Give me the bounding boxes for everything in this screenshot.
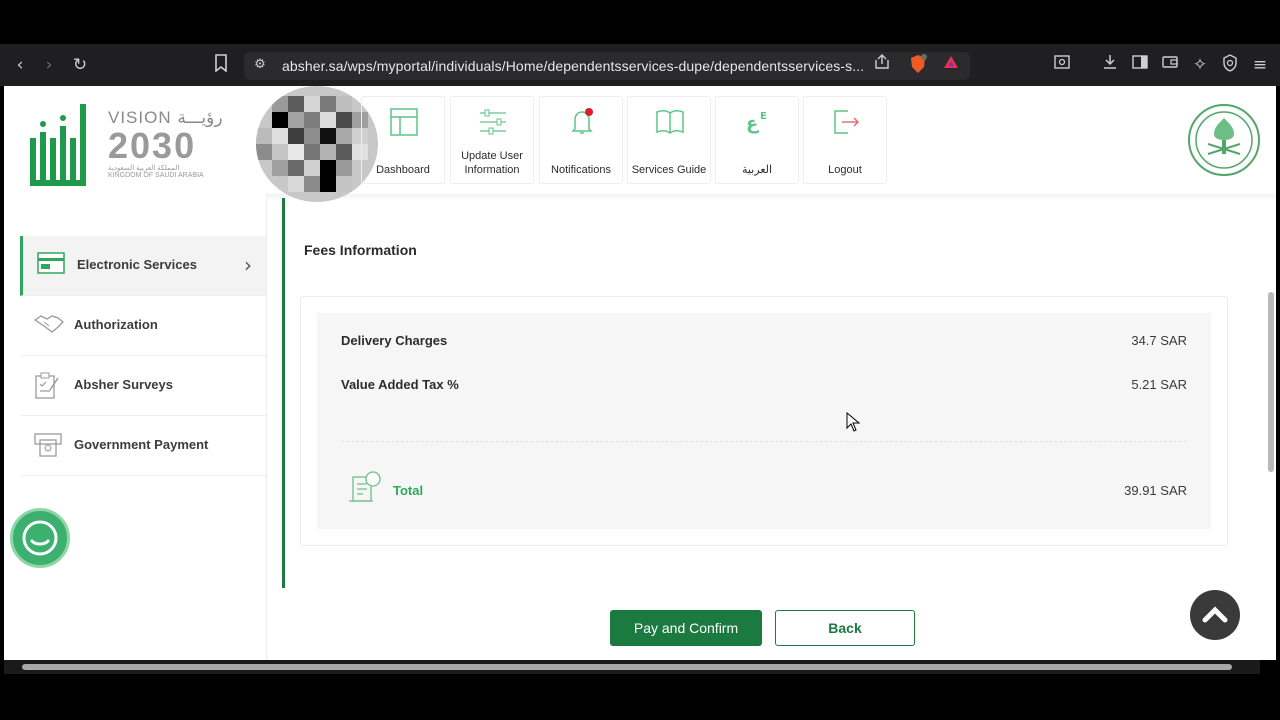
back-button[interactable]: Back <box>775 610 915 646</box>
dashboard-icon <box>390 108 418 136</box>
horizontal-scrollbar[interactable] <box>4 660 1260 674</box>
vat-label: Value Added Tax % <box>341 377 459 392</box>
sidebar-item-label: Authorization <box>74 317 158 332</box>
book-icon <box>656 109 684 134</box>
nav-label: Services Guide <box>631 164 707 176</box>
site-settings-icon[interactable]: ⚙ <box>249 54 271 76</box>
vision-kingdom-en: KINGDOM OF SAUDI ARABIA <box>108 172 204 179</box>
back-icon[interactable]: ‹ <box>9 54 31 76</box>
nav-label: Logout <box>828 164 862 176</box>
leo-icon[interactable]: ✧ <box>1189 54 1211 76</box>
site-header: VISION رؤيـــة 2030 المملكة العربية السع… <box>4 86 1276 202</box>
nav-update-user-information[interactable]: Update User Information <box>450 96 534 184</box>
forward-icon[interactable]: › <box>38 54 60 76</box>
svg-text:ع: ع <box>746 113 759 134</box>
nav-label: Dashboard <box>376 164 430 176</box>
divider <box>341 441 1187 442</box>
sidebar: Electronic Services › Authorization Absh… <box>4 194 267 660</box>
sidebar-item-label: Electronic Services <box>77 257 197 272</box>
absher-logo[interactable] <box>28 98 92 193</box>
svg-text:E: E <box>760 111 767 122</box>
vpn-icon[interactable] <box>1219 54 1241 76</box>
total-value: 39.91 SAR <box>1124 483 1187 498</box>
nav-label: Update User Information <box>461 150 523 176</box>
delivery-charges-label: Delivery Charges <box>341 333 448 348</box>
title-strip <box>0 0 1280 40</box>
delivery-charges-value: 34.7 SAR <box>1131 333 1187 348</box>
vision-year: 2030 <box>108 125 197 166</box>
receipt-icon <box>347 471 383 510</box>
bell-icon <box>571 108 593 134</box>
sidebar-item-absher-surveys[interactable]: Absher Surveys <box>20 356 266 416</box>
rewards-icon[interactable] <box>940 54 962 76</box>
nav-label: العربية <box>741 164 773 176</box>
fees-information-title: Fees Information <box>304 242 417 258</box>
menu-icon[interactable]: ≡ <box>1249 54 1271 76</box>
nav-logout[interactable]: Logout <box>803 96 887 184</box>
wallet-icon[interactable] <box>1159 54 1181 76</box>
fees-card: Delivery Charges 34.7 SAR Value Added Ta… <box>300 296 1228 546</box>
language-icon: عE <box>746 111 767 134</box>
bookmark-icon[interactable] <box>210 54 232 76</box>
vision-kingdom-ar: المملكة العربية السعودية <box>108 165 180 172</box>
nav-dashboard[interactable]: Dashboard <box>361 96 445 184</box>
sidebar-icon[interactable] <box>1129 54 1151 76</box>
total-label: Total <box>393 483 424 498</box>
logout-icon <box>834 110 860 134</box>
chevron-up-icon <box>1202 606 1228 623</box>
chevron-right-icon: › <box>244 253 252 277</box>
atm-icon <box>34 433 62 457</box>
avatar[interactable] <box>256 86 378 202</box>
survey-icon <box>35 372 59 399</box>
pay-and-confirm-button[interactable]: Pay and Confirm <box>610 610 762 646</box>
sidebar-item-electronic-services[interactable]: Electronic Services › <box>20 236 266 296</box>
share-icon[interactable] <box>871 54 893 76</box>
vertical-scrollbar[interactable] <box>1266 284 1276 584</box>
sidebar-item-label: Government Payment <box>74 437 209 452</box>
browser-window: ‹ › ↻ ⚙ absher.sa/wps/myportal/individua… <box>0 0 1280 720</box>
saudi-emblem <box>1188 104 1260 176</box>
url-text[interactable]: absher.sa/wps/myportal/individuals/Home/… <box>282 58 864 74</box>
web-page: VISION رؤيـــة 2030 المملكة العربية السع… <box>4 86 1276 660</box>
tab-search-icon[interactable] <box>1051 54 1073 76</box>
sidebar-item-authorization[interactable]: Authorization <box>20 296 266 356</box>
sidebar-item-government-payment[interactable]: Government Payment <box>20 416 266 476</box>
vision-2030-logo: VISION رؤيـــة 2030 المملكة العربية السع… <box>108 108 223 179</box>
sidebar-item-label: Absher Surveys <box>74 377 173 392</box>
reload-icon[interactable]: ↻ <box>69 54 91 76</box>
vat-value: 5.21 SAR <box>1131 377 1187 392</box>
sliders-icon <box>480 109 506 135</box>
chat-icon <box>22 520 58 556</box>
electronic-services-icon <box>37 252 65 274</box>
fees-table: Delivery Charges 34.7 SAR Value Added Ta… <box>317 313 1211 529</box>
nav-label: Notifications <box>551 164 611 176</box>
nav-notifications[interactable]: Notifications <box>539 96 623 184</box>
section-indicator <box>282 198 285 588</box>
brave-shield-icon[interactable] <box>907 54 929 76</box>
nav-language[interactable]: عE العربية <box>715 96 799 184</box>
chatbot-button[interactable] <box>10 508 70 568</box>
mouse-cursor-icon <box>846 411 861 437</box>
handshake-icon <box>34 315 64 333</box>
nav-services-guide[interactable]: Services Guide <box>627 96 711 184</box>
scroll-to-top-button[interactable] <box>1190 590 1240 640</box>
download-icon[interactable] <box>1099 54 1121 76</box>
